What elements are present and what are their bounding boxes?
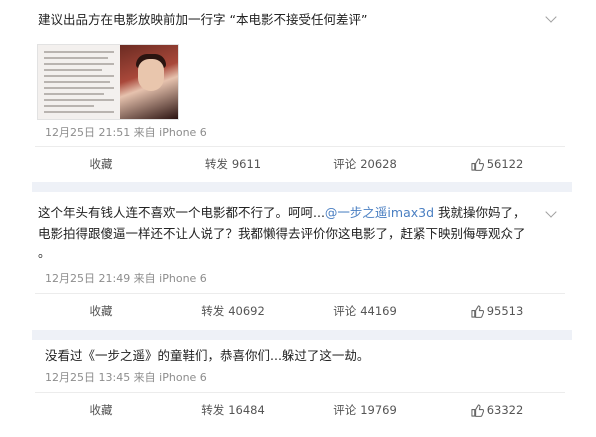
comment-button[interactable]: 评论 44169: [299, 294, 431, 328]
chevron-down-icon[interactable]: [545, 11, 557, 23]
favorite-label: 收藏: [89, 157, 113, 171]
post-meta: 12月25日 21:49 来自 iPhone 6: [45, 272, 207, 285]
post-separator: [32, 330, 572, 340]
repost-label: 转发: [201, 304, 225, 318]
post-text-part: 我就操你妈了，: [434, 205, 526, 220]
favorite-button[interactable]: 收藏: [35, 147, 167, 181]
image-face: [138, 59, 164, 91]
post-meta: 12月25日 21:51 来自 iPhone 6: [45, 126, 207, 139]
post-text-line-1: 这个年头有钱人连不喜欢一个电影都不行了。呵呵...@一步之遥imax3d 我就操…: [38, 202, 526, 223]
like-button[interactable]: 56122: [431, 147, 563, 181]
mention-link[interactable]: @一步之遥imax3d: [325, 205, 434, 220]
repost-label: 转发: [204, 157, 228, 171]
favorite-label: 收藏: [89, 403, 113, 417]
action-bar: 收藏 转发 16484 评论 19769 63322: [35, 392, 565, 427]
favorite-button[interactable]: 收藏: [35, 294, 167, 328]
post-2: 这个年头有钱人连不喜欢一个电影都不行了。呵呵...@一步之遥imax3d 我就操…: [0, 192, 596, 330]
comment-button[interactable]: 评论 20628: [299, 147, 431, 181]
post-text: 建议出品方在电影放映前加一行字 “本电影不接受任何差评”: [38, 12, 368, 27]
action-bar: 收藏 转发 40692 评论 44169 95513: [35, 293, 565, 328]
comment-button[interactable]: 评论 19769: [299, 393, 431, 427]
comment-label: 评论: [333, 403, 357, 417]
image-text-column: [44, 51, 116, 117]
post-text: 没看过《一步之遥》的童鞋们，恭喜你们...躲过了这一劫。: [45, 348, 370, 363]
repost-button[interactable]: 转发 16484: [167, 393, 299, 427]
repost-button[interactable]: 转发 9611: [167, 147, 299, 181]
post-text-line-3: 。: [38, 245, 51, 260]
post-separator: [32, 182, 572, 192]
thumbs-up-icon: [471, 403, 484, 417]
action-bar: 收藏 转发 9611 评论 20628 56122: [35, 146, 565, 181]
post-meta: 12月25日 13:45 来自 iPhone 6: [45, 371, 207, 384]
post-3: 没看过《一步之遥》的童鞋们，恭喜你们...躲过了这一劫。 12月25日 13:4…: [0, 340, 596, 437]
like-count: 56122: [486, 157, 524, 171]
repost-count: 40692: [228, 304, 265, 318]
like-count: 95513: [486, 304, 524, 318]
repost-count: 9611: [231, 157, 262, 171]
favorite-button[interactable]: 收藏: [35, 393, 167, 427]
like-count: 63322: [486, 403, 524, 417]
thumbs-up-icon: [471, 157, 484, 171]
comment-label: 评论: [333, 157, 357, 171]
like-button[interactable]: 95513: [431, 294, 563, 328]
comment-count: 20628: [360, 157, 397, 171]
post-image[interactable]: [37, 44, 179, 120]
repost-label: 转发: [201, 403, 225, 417]
post-text-line-2: 电影拍得跟傻逼一样还不让人说了？我都懒得去评价你这电影了，赶紧下映别侮辱观众了: [38, 226, 526, 241]
like-button[interactable]: 63322: [431, 393, 563, 427]
repost-button[interactable]: 转发 40692: [167, 294, 299, 328]
comment-label: 评论: [333, 304, 357, 318]
favorite-label: 收藏: [89, 304, 113, 318]
post-text-part: 这个年头有钱人连不喜欢一个电影都不行了。呵呵...: [38, 205, 325, 220]
comment-count: 44169: [360, 304, 397, 318]
thumbs-up-icon: [471, 304, 484, 318]
chevron-down-icon[interactable]: [545, 206, 557, 218]
post-1: 建议出品方在电影放映前加一行字 “本电影不接受任何差评” 12月25日 21:5…: [0, 0, 596, 182]
comment-count: 19769: [360, 403, 397, 417]
repost-count: 16484: [228, 403, 265, 417]
